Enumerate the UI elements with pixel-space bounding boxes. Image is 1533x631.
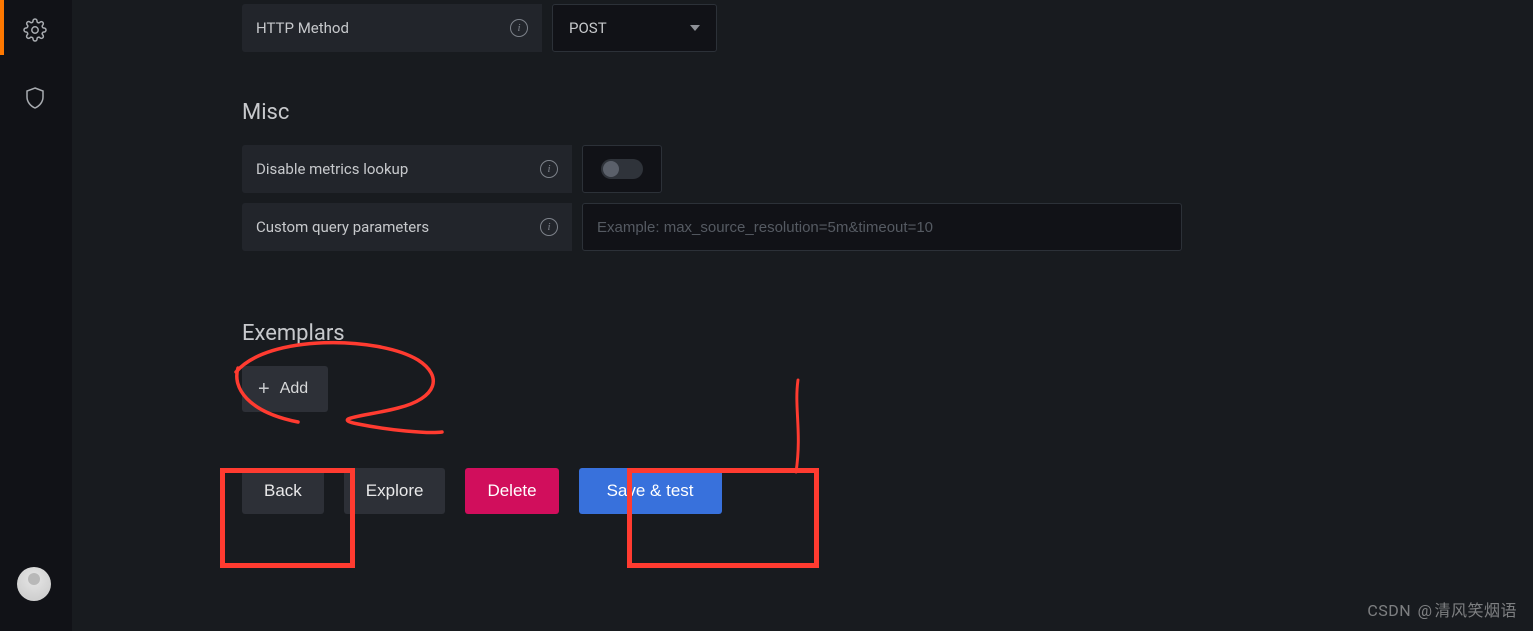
- disable-metrics-toggle-wrap: [582, 145, 662, 193]
- label-text: HTTP Method: [256, 19, 349, 37]
- delete-button[interactable]: Delete: [465, 468, 558, 514]
- watermark: CSDN @清风笑烟语: [1367, 597, 1517, 621]
- disable-metrics-toggle[interactable]: [601, 159, 643, 179]
- plus-icon: +: [258, 379, 270, 399]
- add-exemplar-button[interactable]: + Add: [242, 366, 328, 412]
- sidebar: [0, 0, 70, 631]
- watermark-author: 清风笑烟语: [1434, 601, 1517, 620]
- http-method-select[interactable]: POST: [552, 4, 717, 52]
- chevron-down-icon: [690, 25, 700, 31]
- sidebar-active-indicator: [0, 0, 4, 55]
- custom-query-label: Custom query parameters: [242, 203, 572, 251]
- select-value: POST: [569, 19, 607, 37]
- custom-query-row: Custom query parameters: [242, 203, 1533, 251]
- info-icon[interactable]: [540, 218, 558, 236]
- http-method-label: HTTP Method: [242, 4, 542, 52]
- http-method-row: HTTP Method POST: [242, 4, 1533, 52]
- watermark-prefix: CSDN: [1367, 601, 1411, 620]
- main-panel: HTTP Method POST Misc Disable metrics lo…: [72, 0, 1533, 631]
- info-icon[interactable]: [540, 160, 558, 178]
- watermark-at: @: [1418, 601, 1433, 620]
- add-label: Add: [280, 380, 308, 398]
- custom-query-input[interactable]: [582, 203, 1182, 251]
- avatar[interactable]: [17, 567, 51, 601]
- disable-metrics-row: Disable metrics lookup: [242, 145, 1533, 193]
- shield-icon[interactable]: [17, 80, 53, 116]
- back-button[interactable]: Back: [242, 468, 324, 514]
- gear-icon[interactable]: [17, 12, 53, 48]
- disable-metrics-label: Disable metrics lookup: [242, 145, 572, 193]
- label-text: Disable metrics lookup: [256, 160, 408, 178]
- footer-buttons: Back Explore Delete Save & test: [242, 468, 1533, 514]
- toggle-knob: [603, 161, 619, 177]
- exemplars-title: Exemplars: [242, 321, 1533, 346]
- save-test-button[interactable]: Save & test: [579, 468, 722, 514]
- label-text: Custom query parameters: [256, 218, 429, 236]
- info-icon[interactable]: [510, 19, 528, 37]
- explore-button[interactable]: Explore: [344, 468, 446, 514]
- misc-title: Misc: [242, 100, 1533, 125]
